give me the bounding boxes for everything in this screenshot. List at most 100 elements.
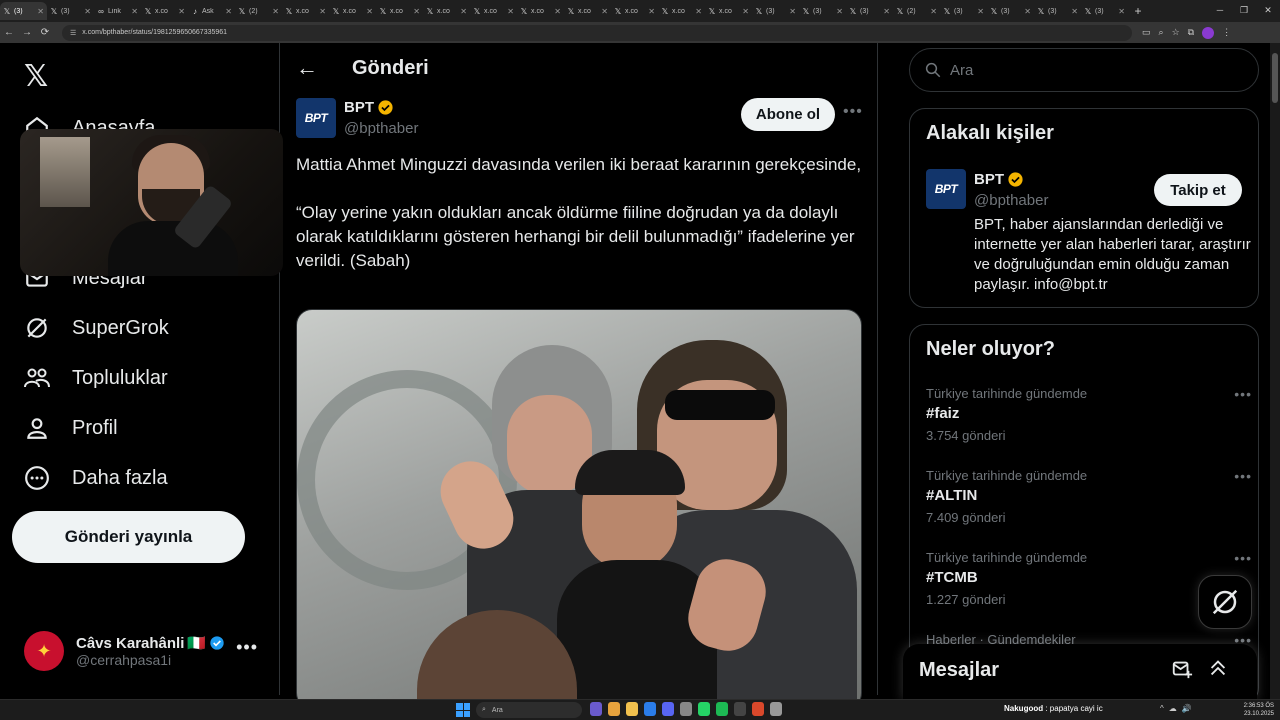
tab-close-icon[interactable]: ✕ bbox=[131, 7, 138, 16]
browser-tab[interactable]: 𝕏x.co ✕ bbox=[705, 2, 752, 20]
bookmark-star-icon[interactable]: ☆ bbox=[1172, 27, 1180, 38]
browser-icon[interactable] bbox=[752, 702, 764, 716]
tab-close-icon[interactable]: ✕ bbox=[695, 7, 702, 16]
browser-tab[interactable]: 𝕏x.co ✕ bbox=[376, 2, 423, 20]
author-avatar[interactable]: BPT bbox=[296, 98, 336, 138]
tab-close-icon[interactable]: ✕ bbox=[1071, 7, 1078, 16]
tab-close-icon[interactable]: ✕ bbox=[742, 7, 749, 16]
search-input[interactable] bbox=[950, 61, 1240, 79]
chrome-icon[interactable] bbox=[608, 702, 620, 716]
grok-floating-button[interactable] bbox=[1198, 575, 1252, 629]
browser-tab[interactable]: 𝕏 (3) ✕ bbox=[1034, 2, 1081, 20]
new-tab-button[interactable]: + bbox=[1128, 4, 1148, 18]
restore-button[interactable]: ❐ bbox=[1232, 0, 1256, 22]
back-nav-icon[interactable]: ← bbox=[0, 27, 18, 38]
start-windows-icon[interactable] bbox=[456, 703, 470, 717]
browser-tab[interactable]: 𝕏x.co ✕ bbox=[423, 2, 470, 20]
tab-close-icon[interactable]: ✕ bbox=[977, 7, 984, 16]
browser-tab[interactable]: 𝕏 (3) ✕ bbox=[987, 2, 1034, 20]
browser-tab[interactable]: 𝕏 (2) ✕ bbox=[893, 2, 940, 20]
tab-close-icon[interactable]: ✕ bbox=[460, 7, 467, 16]
settings-icon[interactable] bbox=[770, 702, 782, 716]
discord-icon[interactable] bbox=[662, 702, 674, 716]
menu-icon[interactable]: ⋮ bbox=[1222, 27, 1231, 38]
trend-item[interactable]: Türkiye tarihinde gündemde #ALTIN 7.409 … bbox=[926, 468, 1251, 525]
tab-close-icon[interactable]: ✕ bbox=[554, 7, 561, 16]
reload-icon[interactable]: ⟳ bbox=[36, 27, 54, 38]
browser-tab[interactable]: 𝕏x.co ✕ bbox=[470, 2, 517, 20]
tab-close-icon[interactable]: ✕ bbox=[178, 7, 185, 16]
tab-close-icon[interactable]: ✕ bbox=[930, 7, 937, 16]
trend-more-icon[interactable]: ••• bbox=[1234, 468, 1252, 484]
related-name-row[interactable]: BPT bbox=[974, 171, 1024, 188]
browser-tab[interactable]: 𝕏x.co ✕ bbox=[282, 2, 329, 20]
post-image[interactable] bbox=[296, 309, 862, 709]
tab-close-icon[interactable]: ✕ bbox=[1118, 7, 1125, 16]
taskbar-search[interactable]: ⌕ Ara bbox=[476, 702, 582, 718]
browser-tab[interactable]: 𝕏 (3) ✕ bbox=[799, 2, 846, 20]
x-logo-icon[interactable]: 𝕏 bbox=[24, 59, 48, 94]
volume-icon[interactable]: 🔊 bbox=[1182, 704, 1192, 713]
trend-more-icon[interactable]: ••• bbox=[1234, 386, 1252, 402]
whatsapp-icon[interactable] bbox=[698, 702, 710, 716]
page-scrollbar[interactable] bbox=[1270, 43, 1280, 699]
search-box[interactable] bbox=[909, 48, 1259, 92]
sidebar-item-more[interactable]: Daha fazla bbox=[22, 463, 168, 493]
browser-tab[interactable]: 𝕏x.co ✕ bbox=[658, 2, 705, 20]
scrollbar-thumb[interactable] bbox=[1272, 53, 1278, 103]
network-icon[interactable]: ☁ bbox=[1169, 704, 1177, 713]
browser-tab[interactable]: 𝕏 (3) ✕ bbox=[940, 2, 987, 20]
tab-close-icon[interactable]: ✕ bbox=[1024, 7, 1031, 16]
author-name-row[interactable]: BPT bbox=[344, 99, 394, 116]
messages-dock[interactable]: Mesajlar bbox=[903, 644, 1257, 700]
sidebar-item-profile[interactable]: Profil bbox=[22, 413, 118, 443]
tab-close-icon[interactable]: ✕ bbox=[272, 7, 279, 16]
tab-close-icon[interactable]: ✕ bbox=[225, 7, 232, 16]
post-more-icon[interactable]: ••• bbox=[843, 103, 863, 121]
browser-tab[interactable]: 𝕏 (2) ✕ bbox=[235, 2, 282, 20]
expand-chevrons-icon[interactable] bbox=[1207, 656, 1229, 680]
browser-tab[interactable]: 𝕏 (3) ✕ bbox=[0, 2, 47, 20]
related-handle[interactable]: @bpthaber bbox=[974, 192, 1048, 209]
back-arrow-icon[interactable]: ← bbox=[296, 55, 318, 81]
browser-tab[interactable]: ♪ Ask ✕ bbox=[188, 2, 235, 20]
tab-close-icon[interactable]: ✕ bbox=[37, 7, 44, 16]
sidebar-item-communities[interactable]: Topluluklar bbox=[22, 363, 168, 393]
tab-close-icon[interactable]: ✕ bbox=[413, 7, 420, 16]
post-button[interactable]: Gönderi yayınla bbox=[12, 511, 245, 563]
tab-close-icon[interactable]: ✕ bbox=[601, 7, 608, 16]
minimize-button[interactable]: ─ bbox=[1208, 0, 1232, 22]
tray-chevron-icon[interactable]: ^ bbox=[1160, 704, 1164, 713]
browser-tab[interactable]: 𝕏 (3) ✕ bbox=[752, 2, 799, 20]
follow-button[interactable]: Takip et bbox=[1154, 174, 1242, 206]
forward-nav-icon[interactable]: → bbox=[18, 27, 36, 38]
browser-tab[interactable]: 𝕏 (3) ✕ bbox=[1081, 2, 1128, 20]
extensions-icon[interactable]: ⧉ bbox=[1188, 27, 1194, 38]
browser-tab[interactable]: 𝕏 (3) ✕ bbox=[846, 2, 893, 20]
new-message-icon[interactable] bbox=[1171, 658, 1193, 680]
copilot-icon[interactable] bbox=[590, 702, 602, 716]
tab-close-icon[interactable]: ✕ bbox=[507, 7, 514, 16]
tab-close-icon[interactable]: ✕ bbox=[789, 7, 796, 16]
site-info-icon[interactable]: ☰ bbox=[70, 29, 76, 37]
browser-tab[interactable]: 𝕏x.co ✕ bbox=[517, 2, 564, 20]
file-explorer-icon[interactable] bbox=[626, 702, 638, 716]
sidebar-item-supergrok[interactable]: SuperGrok bbox=[22, 313, 169, 343]
store-icon[interactable] bbox=[644, 702, 656, 716]
tab-close-icon[interactable]: ✕ bbox=[319, 7, 326, 16]
spotify-icon[interactable] bbox=[716, 702, 728, 716]
author-handle[interactable]: @bpthaber bbox=[344, 120, 418, 137]
subscribe-button[interactable]: Abone ol bbox=[741, 98, 835, 131]
profile-avatar[interactable] bbox=[1202, 26, 1215, 39]
browser-tab[interactable]: 𝕏x.co ✕ bbox=[611, 2, 658, 20]
related-avatar[interactable]: BPT bbox=[926, 169, 966, 209]
taskbar-clock[interactable]: 2:36:53 ÖS 23.10.2025 bbox=[1240, 702, 1274, 718]
zoom-icon[interactable]: ⌕ bbox=[1159, 27, 1164, 38]
browser-tab[interactable]: 𝕏x.co ✕ bbox=[141, 2, 188, 20]
browser-tab[interactable]: ∞ Link ✕ bbox=[94, 2, 141, 20]
tab-close-icon[interactable]: ✕ bbox=[366, 7, 373, 16]
cast-icon[interactable]: ▭ bbox=[1142, 27, 1151, 38]
trend-more-icon[interactable]: ••• bbox=[1234, 550, 1252, 566]
tab-close-icon[interactable]: ✕ bbox=[648, 7, 655, 16]
browser-tab[interactable]: 𝕏x.co ✕ bbox=[564, 2, 611, 20]
